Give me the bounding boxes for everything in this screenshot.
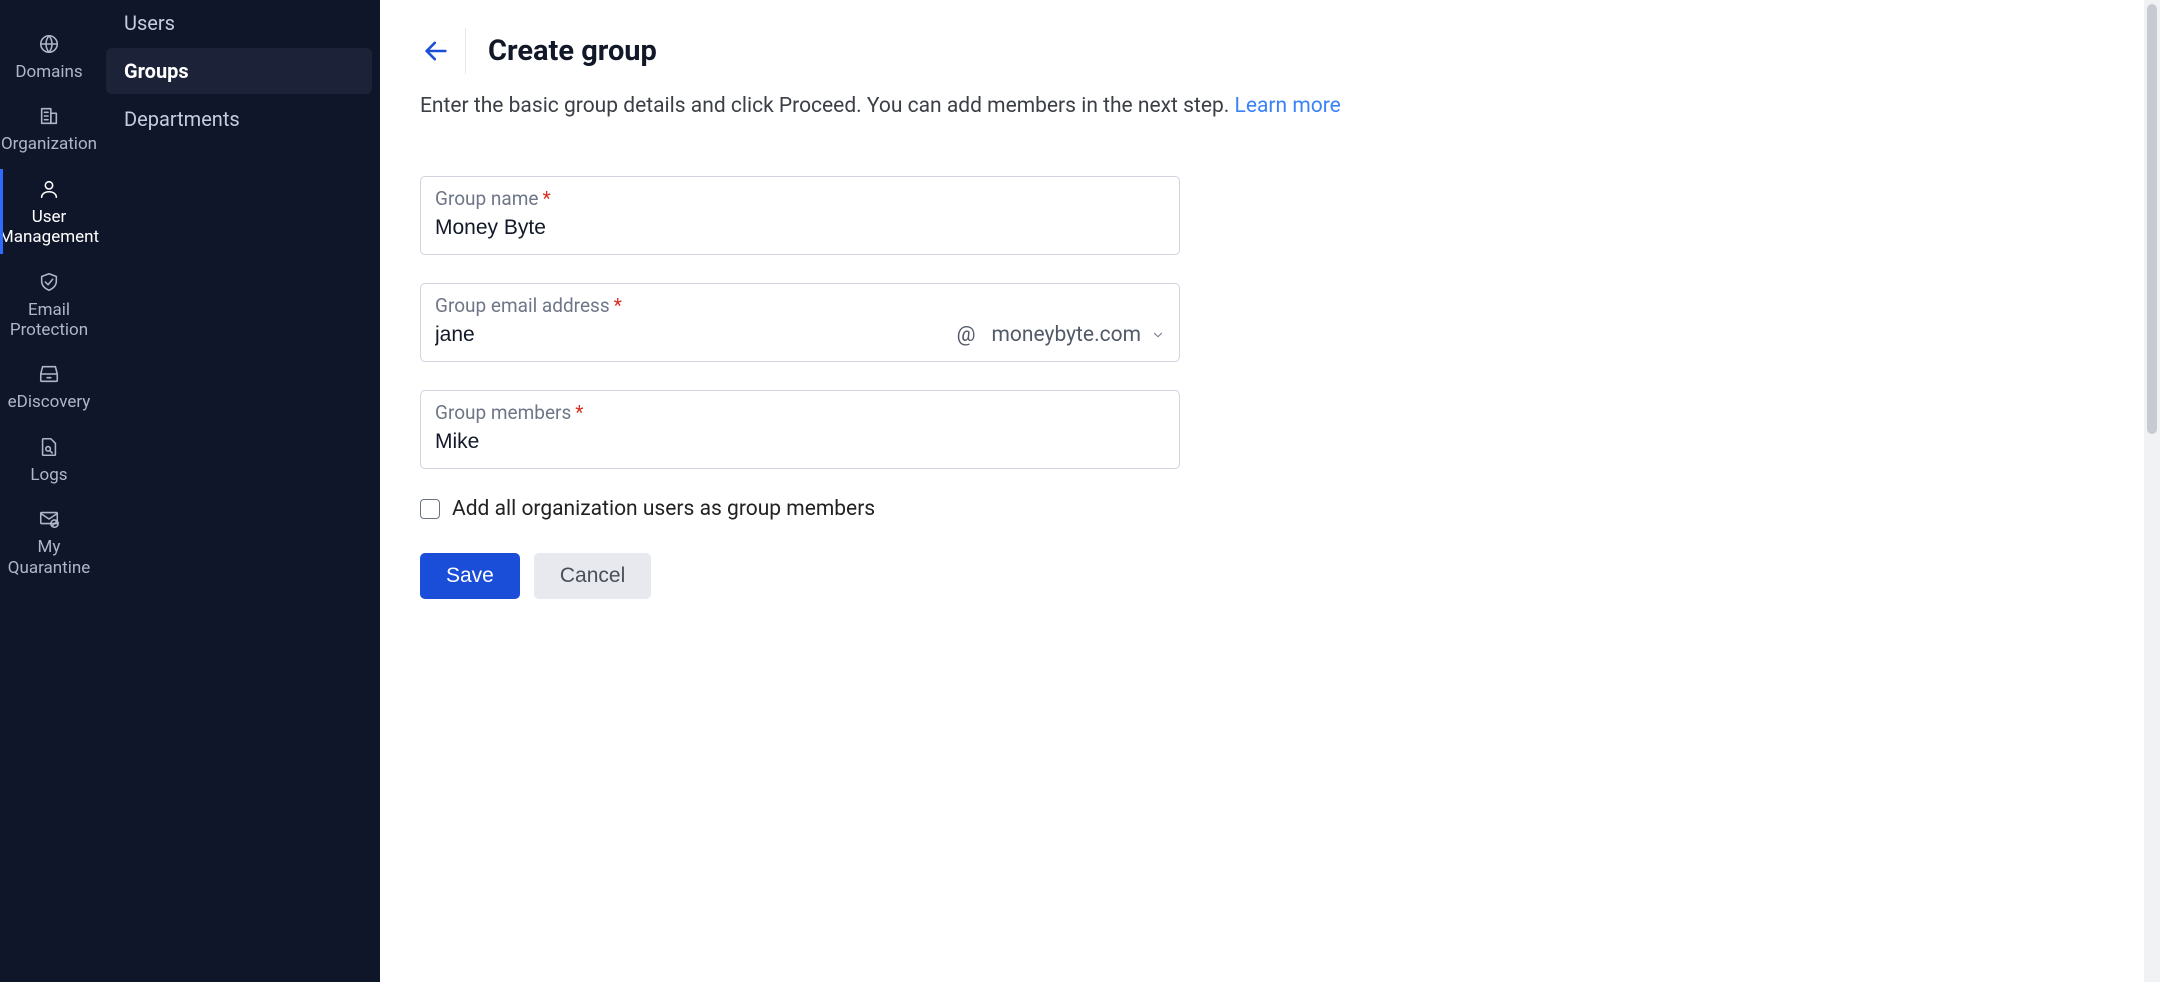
building-icon	[37, 104, 61, 128]
back-button[interactable]	[420, 28, 466, 74]
globe-icon	[37, 32, 61, 56]
domain-dropdown[interactable]: moneybyte.com	[992, 323, 1165, 347]
group-email-label-text: Group email address	[435, 294, 610, 317]
sidebar-primary: Domains Organization User Management Email …	[0, 0, 98, 982]
drawer-icon	[37, 362, 61, 386]
add-all-users-label: Add all organization users as group memb…	[452, 497, 875, 521]
group-members-label: Group members*	[435, 401, 1165, 424]
cancel-button[interactable]: Cancel	[534, 553, 651, 599]
sub-nav-departments[interactable]: Departments	[106, 96, 372, 142]
sidebar-item-label: Organization	[1, 134, 97, 154]
chevron-down-icon	[1151, 328, 1165, 342]
main-content: Create group Enter the basic group detai…	[380, 0, 2160, 982]
subtitle-text: Enter the basic group details and click …	[420, 94, 1235, 118]
arrow-left-icon	[422, 37, 450, 65]
vertical-scrollbar[interactable]	[2144, 0, 2160, 982]
group-email-input[interactable]	[435, 321, 957, 349]
save-button[interactable]: Save	[420, 553, 520, 599]
group-name-input[interactable]	[435, 214, 1165, 242]
required-asterisk: *	[575, 401, 583, 424]
app-root: Domains Organization User Management Email …	[0, 0, 2160, 982]
sidebar-item-ediscovery[interactable]: eDiscovery	[0, 350, 98, 422]
mail-block-icon	[37, 507, 61, 531]
sub-nav-users[interactable]: Users	[106, 0, 372, 46]
sidebar-item-label: Domains	[15, 62, 82, 82]
learn-more-link[interactable]: Learn more	[1235, 94, 1341, 118]
sidebar-item-logs[interactable]: Logs	[0, 423, 98, 495]
sidebar-item-email-protection[interactable]: Email Protection	[0, 258, 98, 351]
sidebar-item-label: User Management	[0, 207, 99, 248]
sidebar-item-my-quarantine[interactable]: My Quarantine	[0, 495, 98, 588]
sidebar-item-label: eDiscovery	[8, 392, 91, 412]
sidebar-item-organization[interactable]: Organization	[0, 92, 98, 164]
required-asterisk: *	[542, 187, 550, 210]
group-name-label: Group name*	[435, 187, 1165, 210]
group-members-field[interactable]: Group members*	[420, 390, 1180, 469]
add-all-users-checkbox[interactable]	[420, 499, 440, 519]
sidebar-item-domains[interactable]: Domains	[0, 20, 98, 92]
group-email-field[interactable]: Group email address* @ moneybyte.com	[420, 283, 1180, 362]
page-title: Create group	[488, 34, 657, 68]
add-all-users-checkbox-row[interactable]: Add all organization users as group memb…	[420, 497, 1180, 521]
header-row: Create group	[420, 28, 2120, 74]
group-name-field[interactable]: Group name*	[420, 176, 1180, 255]
user-icon	[37, 177, 61, 201]
page-subtitle: Enter the basic group details and click …	[420, 94, 2120, 118]
required-asterisk: *	[614, 294, 622, 317]
create-group-form: Group name* Group email address* @ money…	[420, 176, 1180, 599]
group-email-label: Group email address*	[435, 294, 1165, 317]
email-suffix: @ moneybyte.com	[957, 323, 1165, 347]
sidebar-secondary: UsersGroupsDepartments	[98, 0, 380, 982]
sidebar-item-user-management[interactable]: User Management	[0, 165, 98, 258]
file-search-icon	[37, 435, 61, 459]
group-members-input[interactable]	[435, 428, 1165, 456]
shield-icon	[37, 270, 61, 294]
sub-nav-groups[interactable]: Groups	[106, 48, 372, 94]
sidebar-item-label: Logs	[30, 465, 67, 485]
group-name-label-text: Group name	[435, 187, 538, 210]
domain-value: moneybyte.com	[992, 323, 1141, 347]
sidebar-item-label: Email Protection	[10, 300, 88, 341]
scrollbar-thumb[interactable]	[2147, 4, 2157, 434]
sidebar-item-label: My Quarantine	[8, 537, 90, 578]
group-members-label-text: Group members	[435, 401, 571, 424]
at-symbol: @	[957, 323, 976, 347]
form-actions: Save Cancel	[420, 553, 1180, 599]
